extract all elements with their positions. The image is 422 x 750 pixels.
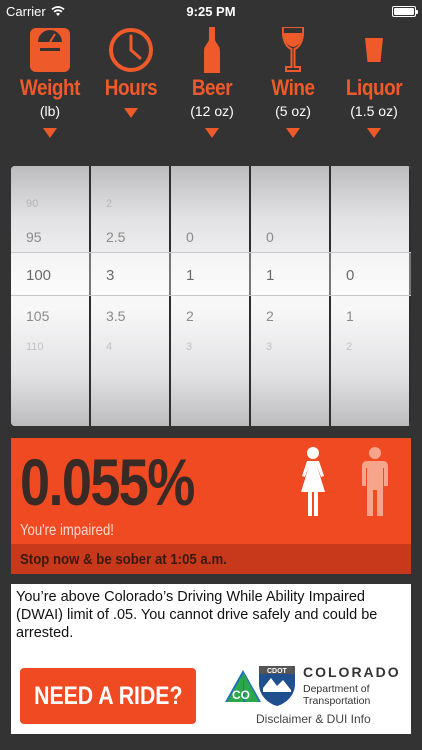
wheel-option[interactable]: 1 [346, 308, 354, 324]
beer-wheel[interactable]: 0 1 2 3 [171, 166, 251, 426]
category-liquor[interactable]: Liquor (1.5 oz) [334, 24, 414, 138]
category-unit: (1.5 oz) [350, 103, 398, 119]
wine-wheel[interactable]: 0 1 2 3 [251, 166, 331, 426]
wheel-option[interactable]: 3.5 [106, 308, 125, 324]
cdot-logo-icon: CO CDOT [225, 666, 295, 706]
info-panel: You’re above Colorado’s Driving While Ab… [11, 584, 411, 734]
wheel-selected-value[interactable]: 100 [26, 267, 51, 284]
shot-glass-icon [365, 38, 383, 62]
bac-value: 0.055% [20, 445, 195, 519]
need-a-ride-button[interactable]: NEED A RIDE? [20, 668, 196, 724]
wheel-option[interactable]: 2 [266, 308, 274, 324]
svg-text:CDOT: CDOT [267, 668, 288, 675]
category-title: Weight [19, 75, 81, 100]
category-unit: (lb) [39, 103, 61, 119]
wheel-option[interactable]: 2 [346, 341, 352, 353]
wheel-selected-value[interactable]: 1 [266, 267, 274, 284]
chevron-down-icon [43, 128, 57, 138]
svg-text:CO: CO [232, 688, 250, 702]
category-weight[interactable]: Weight (lb) [10, 24, 90, 138]
battery-icon [392, 5, 418, 17]
category-title: Hours [104, 75, 158, 100]
chevron-down-icon [286, 128, 300, 138]
male-icon[interactable] [361, 446, 389, 518]
chevron-down-icon [205, 128, 219, 138]
bac-result-panel: 0.055% You're impaired! Stop now & be so… [11, 438, 411, 574]
wheel-option[interactable]: 90 [26, 198, 38, 210]
category-unit: (5 oz) [275, 103, 311, 119]
category-unit: (12 oz) [190, 103, 234, 119]
wheel-option[interactable]: 95 [26, 229, 42, 245]
wheel-option[interactable]: 105 [26, 308, 49, 324]
cdot-department-line-2: Transportation [303, 695, 371, 707]
wheel-option[interactable]: 2 [106, 198, 112, 210]
amount-picker[interactable]: 90 95 100 105 110 2 2.5 3 3.5 4 0 1 2 3 … [11, 166, 411, 426]
category-title: Wine [271, 75, 315, 100]
wheel-option[interactable]: 4 [106, 341, 112, 353]
need-a-ride-label: NEED A RIDE? [33, 681, 183, 710]
chevron-down-icon [124, 108, 138, 118]
wine-glass-icon [282, 27, 304, 72]
status-bar: Carrier 9:25 PM [0, 0, 422, 22]
category-title: Beer [191, 75, 233, 100]
category-beer[interactable]: Beer (12 oz) [172, 24, 252, 138]
wheel-option[interactable]: 3 [266, 341, 272, 353]
clock-time: 9:25 PM [186, 3, 236, 19]
impairment-status: You're impaired! [20, 522, 114, 539]
wheel-option[interactable]: 3 [186, 341, 192, 353]
liquor-wheel[interactable]: 0 1 2 [331, 166, 411, 426]
drink-categories: Weight (lb) Hours Beer (12 oz) Wine (5 o… [0, 24, 422, 156]
category-hours[interactable]: Hours [91, 24, 171, 118]
dwai-message: You’re above Colorado’s Driving While Ab… [16, 589, 378, 641]
chevron-down-icon [367, 128, 381, 138]
wheel-selected-value[interactable]: 0 [346, 267, 354, 284]
sober-time-message: Stop now & be sober at 1:05 a.m. [20, 551, 227, 568]
wheel-option[interactable]: 2 [186, 308, 194, 324]
disclaimer-link[interactable]: Disclaimer & DUI Info [256, 712, 371, 726]
category-wine[interactable]: Wine (5 oz) [253, 24, 333, 138]
weight-wheel[interactable]: 90 95 100 105 110 [11, 166, 91, 426]
hours-wheel[interactable]: 2 2.5 3 3.5 4 [91, 166, 171, 426]
carrier-label: Carrier [6, 3, 46, 19]
cdot-department-line-1: Department of [303, 683, 370, 695]
cdot-logo[interactable]: CO CDOT COLORADO Department of Transport… [223, 664, 409, 708]
sober-time-bar: Stop now & be sober at 1:05 a.m. [11, 544, 411, 574]
scale-icon [30, 28, 70, 72]
wheel-selected-value[interactable]: 1 [186, 267, 194, 284]
clock-icon [109, 28, 153, 72]
wheel-option[interactable]: 0 [266, 229, 274, 245]
status-left: Carrier [6, 4, 65, 19]
wheel-option[interactable]: 2.5 [106, 229, 125, 245]
category-title: Liquor [345, 75, 403, 100]
female-icon[interactable] [297, 446, 329, 518]
wheel-selected-value[interactable]: 3 [106, 267, 114, 284]
wheel-option[interactable]: 0 [186, 229, 194, 245]
cdot-department: Department of Transportation [303, 683, 370, 707]
wifi-icon [51, 5, 65, 16]
cdot-name: COLORADO [303, 664, 401, 680]
wheel-option[interactable]: 110 [26, 341, 44, 353]
beer-bottle-icon [204, 27, 220, 73]
